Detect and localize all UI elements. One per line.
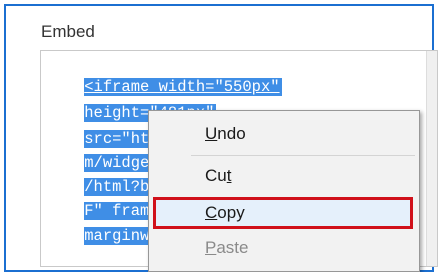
menu-label-accel: C (205, 203, 218, 222)
menu-label-accel: P (205, 238, 217, 257)
embed-label: Embed (41, 22, 95, 41)
code-line: /html?ba (47, 159, 161, 196)
code-line: src="htt (47, 111, 161, 148)
context-menu: Undo Cut Copy Paste (148, 110, 420, 272)
menu-item-copy[interactable]: Copy (149, 198, 417, 228)
menu-label-prefix: Cu (205, 166, 227, 185)
menu-item-undo[interactable]: Undo (149, 119, 417, 149)
menu-item-cut[interactable]: Cut (149, 161, 417, 191)
menu-label-accel: U (205, 124, 218, 143)
code-line: m/widget (47, 135, 161, 172)
menu-label-rest: opy (217, 203, 245, 222)
textarea-scrollbar[interactable] (426, 51, 437, 266)
code-line: F" frame (47, 183, 161, 220)
code-line: <iframe width="550px" (47, 59, 282, 96)
menu-label-rest: aste (216, 238, 249, 257)
menu-label-rest: ndo (217, 124, 246, 143)
menu-label-accel: t (226, 166, 232, 185)
code-line: height="481px" (47, 85, 217, 122)
menu-separator (191, 155, 415, 156)
code-line: marginwi (47, 208, 161, 245)
